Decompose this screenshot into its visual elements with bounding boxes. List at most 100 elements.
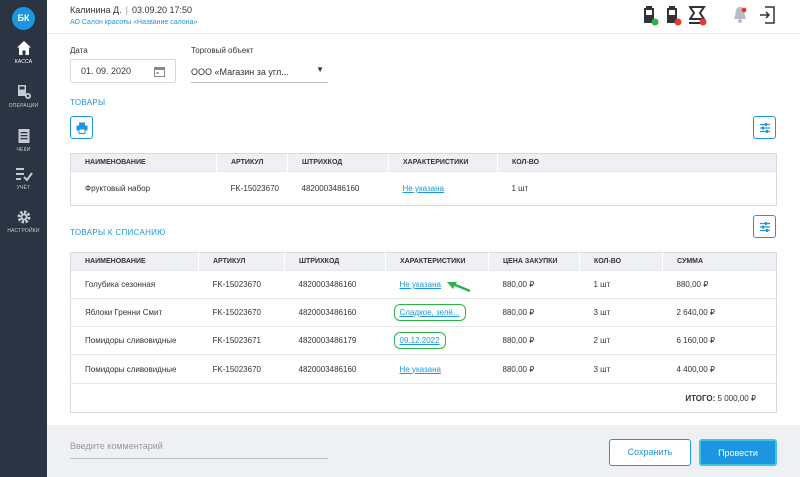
cell-qty: 3 шт	[579, 298, 663, 327]
cell-name: Голубика сезонная	[70, 270, 199, 299]
printer-icon	[76, 122, 87, 134]
highlight-box: Сладкое, зелё...	[393, 304, 466, 321]
datetime: 03.09.20 17:50	[131, 5, 193, 15]
calendar-icon[interactable]	[154, 66, 165, 77]
cell-barcode: 4820003486160	[287, 171, 389, 206]
cell-price: 880,00 ₽	[488, 270, 580, 299]
sidebar-item-label: УЧЁТ	[16, 185, 31, 191]
column-header: СУММА	[662, 252, 777, 271]
cell-barcode: 4820003486160	[284, 354, 386, 384]
column-header: ШТРИХКОД	[284, 252, 386, 271]
column-header: КОЛ-ВО	[497, 153, 777, 172]
chars-link[interactable]: Не указана	[400, 365, 441, 374]
writeoff-settings-button[interactable]	[753, 215, 776, 238]
main-panel: Дата 01. 09. 2020 Торговый объект ООО «М…	[47, 34, 800, 425]
column-header: ХАРАКТЕРИСТИКИ	[385, 252, 489, 271]
goods-settings-button[interactable]	[753, 116, 776, 139]
cell-price: 880,00 ₽	[488, 326, 580, 355]
logout-icon[interactable]	[759, 6, 775, 24]
receipt-icon	[18, 129, 29, 143]
total-label: ИТОГО:	[685, 393, 716, 403]
goods-title: ТОВАРЫ	[70, 98, 106, 107]
chars-link[interactable]: 09.12.2022	[400, 336, 440, 345]
gear-icon	[17, 210, 30, 224]
user-name: Калинина Д.	[70, 5, 122, 15]
battery-ok-icon[interactable]	[643, 6, 659, 26]
sidebar-item-label: КАССА	[14, 59, 33, 65]
sidebar-item-kassa[interactable]: КАССА	[0, 40, 47, 80]
cell-sum: 2 640,00 ₽	[662, 298, 777, 327]
top-bar: Калинина Д. | 03.09.20 17:50 АО Салон крас…	[47, 0, 800, 34]
logo[interactable]: БК	[12, 7, 35, 30]
goods-table: НАИМЕНОВАНИЕ АРТИКУЛ ШТРИХКОД ХАРАКТЕРИС…	[70, 153, 777, 206]
arrow-pointer-icon	[446, 282, 470, 293]
cell-sum: 880,00 ₽	[662, 270, 777, 299]
object-label: Торговый объект	[191, 46, 254, 55]
sliders-icon	[759, 221, 770, 232]
cell-qty: 2 шт	[579, 326, 663, 355]
cell-barcode: 4820003486160	[284, 298, 386, 327]
table-header: НАИМЕНОВАНИЕ АРТИКУЛ ШТРИХКОД ХАРАКТЕРИС…	[70, 252, 777, 271]
writeoff-title: ТОВАРЫ К СПИСАНИЮ	[70, 228, 166, 237]
column-header: АРТИКУЛ	[216, 153, 288, 172]
cell-name: Фруктовый набор	[70, 171, 217, 206]
cell-sum: 6 160,00 ₽	[662, 326, 777, 355]
sidebar-item-label: НАСТРОЙКИ	[7, 228, 40, 234]
column-header: КОЛ-ВО	[579, 252, 663, 271]
print-button[interactable]	[70, 116, 93, 139]
cell-name: Помидоры сливовидные	[70, 354, 199, 384]
cell-sku: FK-15023670	[198, 298, 285, 327]
cell-price: 880,00 ₽	[488, 298, 580, 327]
sidebar-item-label: ЧЕКИ	[16, 147, 31, 153]
chevron-down-icon: ▼	[316, 65, 324, 74]
highlight-box: 09.12.2022	[393, 332, 446, 349]
post-button[interactable]: Провести	[699, 439, 777, 466]
table-row: Помидоры сливовидные FK-15023671 4820003…	[70, 326, 777, 355]
cell-sku: FK-15023670	[216, 171, 288, 206]
printer-error-icon[interactable]	[689, 6, 707, 26]
column-header: АРТИКУЛ	[198, 252, 285, 271]
cash-register-icon	[17, 85, 31, 99]
chars-link[interactable]: Сладкое, зелё...	[400, 308, 460, 317]
object-select[interactable]: ООО «Магазин за угл... ▼	[191, 59, 328, 83]
sidebar-item-accounting[interactable]: УЧЁТ	[0, 166, 47, 206]
chars-link[interactable]: Не указана	[403, 184, 444, 193]
cell-name: Помидоры сливовидные	[70, 326, 199, 355]
battery-error-icon[interactable]	[666, 6, 682, 26]
date-value: 01. 09. 2020	[81, 66, 132, 76]
table-row: Голубика сезонная FK-15023670 4820003486…	[70, 270, 777, 299]
cell-name: Яблоки Гренни Смит	[70, 298, 199, 327]
column-header: НАИМЕНОВАНИЕ	[70, 252, 199, 271]
column-header: НАИМЕНОВАНИЕ	[70, 153, 217, 172]
table-row: Фруктовый набор FK-15023670 482000348616…	[70, 171, 777, 206]
cell-price: 880,00 ₽	[488, 354, 580, 384]
sliders-icon	[759, 122, 770, 133]
column-header: ХАРАКТЕРИСТИКИ	[388, 153, 498, 172]
sidebar-item-operations[interactable]: ОПЕРАЦИИ	[0, 84, 47, 124]
comment-input[interactable]: Введите комментарий	[70, 441, 328, 459]
column-header: ШТРИХКОД	[287, 153, 389, 172]
cell-sku: FK-15023670	[198, 270, 285, 299]
table-row: Яблоки Гренни Смит FK-15023670 482000348…	[70, 298, 777, 327]
chars-link[interactable]: Не указана	[400, 280, 441, 289]
cell-sku: FK-15023670	[198, 354, 285, 384]
cell-barcode: 4820003486179	[284, 326, 386, 355]
cell-sku: FK-15023671	[198, 326, 285, 355]
date-field[interactable]: 01. 09. 2020	[70, 59, 176, 83]
cell-qty: 3 шт	[579, 354, 663, 384]
user-info: Калинина Д. | 03.09.20 17:50	[70, 5, 193, 15]
writeoff-table: НАИМЕНОВАНИЕ АРТИКУЛ ШТРИХКОД ХАРАКТЕРИС…	[70, 252, 777, 413]
cell-qty: 1 шт	[579, 270, 663, 299]
home-icon	[16, 41, 31, 55]
company-name: АО Салон красоты «Название салона»	[70, 19, 198, 26]
sidebar: БК КАССА ОПЕРАЦИИ ЧЕКИ УЧЁТ НАСТРОЙКИ	[0, 0, 47, 477]
table-header: НАИМЕНОВАНИЕ АРТИКУЛ ШТРИХКОД ХАРАКТЕРИС…	[70, 153, 777, 172]
bell-icon[interactable]	[733, 6, 747, 24]
footer: Введите комментарий Сохранить Провести	[47, 425, 800, 477]
sidebar-item-checks[interactable]: ЧЕКИ	[0, 128, 47, 168]
cell-barcode: 4820003486160	[284, 270, 386, 299]
object-value: ООО «Магазин за угл...	[191, 67, 289, 77]
sidebar-item-settings[interactable]: НАСТРОЙКИ	[0, 209, 47, 249]
save-button[interactable]: Сохранить	[609, 439, 691, 466]
table-row: Помидоры сливовидные FK-15023670 4820003…	[70, 354, 777, 384]
